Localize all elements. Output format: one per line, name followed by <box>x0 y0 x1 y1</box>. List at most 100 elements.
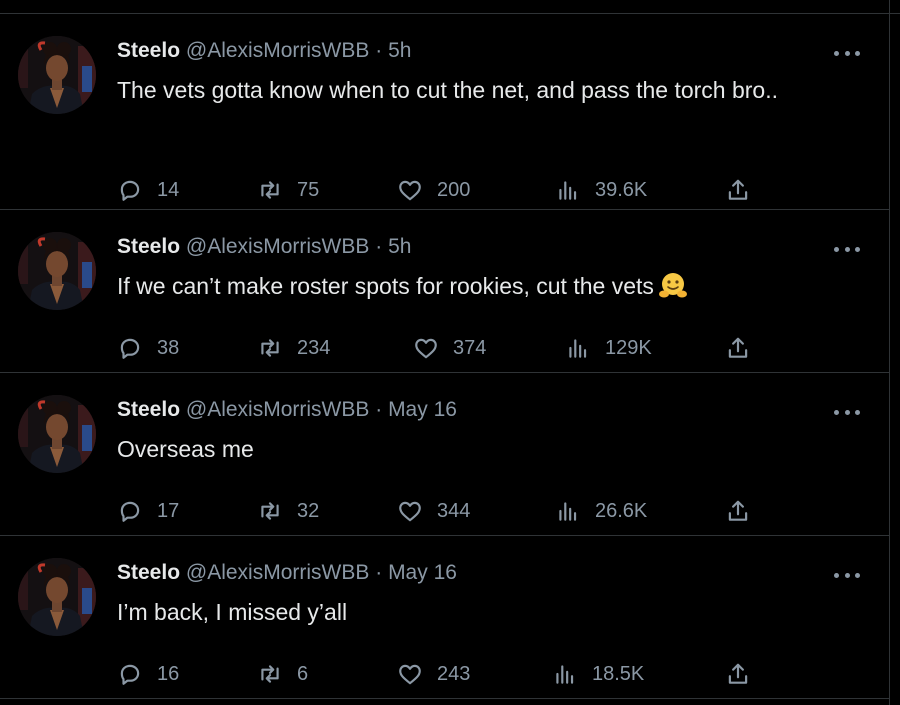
user-handle[interactable]: @AlexisMorrisWBB <box>186 561 370 584</box>
share-icon <box>728 663 748 684</box>
reply-icon <box>120 180 140 201</box>
display-name[interactable]: Steelo <box>117 235 180 258</box>
views-icon <box>559 502 577 521</box>
action-bar: 16 6 243 18.5K <box>0 660 889 688</box>
timestamp[interactable]: May 16 <box>388 561 457 584</box>
reply-count: 16 <box>157 662 180 685</box>
reply-button[interactable]: 38 <box>117 334 179 362</box>
repost-icon <box>261 665 279 683</box>
repost-count: 32 <box>297 499 320 522</box>
action-bar: 14 75 200 39.6K <box>0 176 889 204</box>
repost-count: 75 <box>297 178 320 201</box>
tweet-text-content: The vets gotta know when to cut the net,… <box>117 77 779 103</box>
views-button[interactable]: 129K <box>565 334 652 362</box>
more-icon[interactable] <box>834 48 860 58</box>
repost-button[interactable]: 6 <box>257 660 308 688</box>
like-button[interactable]: 243 <box>397 660 470 688</box>
tweet-header: Steelo @AlexisMorrisWBB · May 16 <box>117 560 457 586</box>
repost-button[interactable]: 32 <box>257 497 319 525</box>
separator-dot: · <box>375 398 383 421</box>
avatar-image <box>18 558 96 636</box>
like-button[interactable]: 200 <box>397 176 470 204</box>
action-bar: 38 234 374 129K <box>0 334 889 362</box>
repost-icon <box>261 502 279 520</box>
like-count: 374 <box>453 336 487 359</box>
share-button[interactable] <box>725 660 751 688</box>
reply-icon <box>120 664 140 685</box>
avatar[interactable] <box>18 232 96 310</box>
tweet[interactable]: Steelo @AlexisMorrisWBB · 5h If we can’t… <box>0 210 889 373</box>
repost-count: 6 <box>297 662 309 685</box>
timeline: Steelo @AlexisMorrisWBB · 5h The vets go… <box>0 0 900 705</box>
display-name[interactable]: Steelo <box>117 561 180 584</box>
timestamp[interactable]: 5h <box>388 235 411 258</box>
tweet-text: If we can’t make roster spots for rookie… <box>117 268 837 304</box>
share-icon <box>728 179 748 200</box>
views-count: 18.5K <box>592 662 645 685</box>
views-button[interactable]: 39.6K <box>555 176 647 204</box>
tweet-text: I’m back, I missed y’all <box>117 594 837 630</box>
tweet[interactable]: Steelo @AlexisMorrisWBB · 5h The vets go… <box>0 14 889 210</box>
reply-icon <box>120 338 140 359</box>
more-icon[interactable] <box>834 570 860 580</box>
heart-icon <box>399 180 421 201</box>
repost-count: 234 <box>297 336 331 359</box>
tweet-text-content: I’m back, I missed y’all <box>117 599 348 625</box>
timestamp[interactable]: May 16 <box>388 398 457 421</box>
avatar[interactable] <box>18 36 96 114</box>
tweet[interactable]: Steelo @AlexisMorrisWBB · May 16 I’m bac… <box>0 536 889 699</box>
share-icon <box>728 337 748 358</box>
views-icon <box>556 665 574 684</box>
views-count: 129K <box>605 336 652 359</box>
views-button[interactable]: 26.6K <box>555 497 647 525</box>
tweet-text-content: If we can’t make roster spots for rookie… <box>117 273 654 299</box>
reply-button[interactable]: 16 <box>117 660 179 688</box>
avatar[interactable] <box>18 558 96 636</box>
reply-count: 14 <box>157 178 180 201</box>
hugging-face-emoji <box>658 270 688 300</box>
user-handle[interactable]: @AlexisMorrisWBB <box>186 398 370 421</box>
views-count: 39.6K <box>595 178 648 201</box>
share-button[interactable] <box>725 497 751 525</box>
separator-dot: · <box>375 561 383 584</box>
like-count: 243 <box>437 662 471 685</box>
reply-button[interactable]: 17 <box>117 497 179 525</box>
separator-dot: · <box>375 39 383 62</box>
repost-icon <box>261 181 279 199</box>
avatar[interactable] <box>18 395 96 473</box>
views-button[interactable]: 18.5K <box>552 660 644 688</box>
tweet-text: The vets gotta know when to cut the net,… <box>117 72 837 108</box>
tweet-header: Steelo @AlexisMorrisWBB · May 16 <box>117 397 457 423</box>
more-icon[interactable] <box>834 407 860 417</box>
repost-button[interactable]: 75 <box>257 176 319 204</box>
display-name[interactable]: Steelo <box>117 39 180 62</box>
user-handle[interactable]: @AlexisMorrisWBB <box>186 235 370 258</box>
repost-button[interactable]: 234 <box>257 334 330 362</box>
action-bar: 17 32 344 26.6K <box>0 497 889 525</box>
avatar-image <box>18 232 96 310</box>
like-count: 344 <box>437 499 471 522</box>
share-button[interactable] <box>725 176 751 204</box>
like-button[interactable]: 344 <box>397 497 470 525</box>
more-icon[interactable] <box>834 244 860 254</box>
heart-icon <box>399 664 421 685</box>
display-name[interactable]: Steelo <box>117 398 180 421</box>
share-button[interactable] <box>725 334 751 362</box>
like-count: 200 <box>437 178 471 201</box>
timestamp[interactable]: 5h <box>388 39 411 62</box>
heart-icon <box>399 501 421 522</box>
avatar-image <box>18 36 96 114</box>
tweet[interactable]: Steelo @AlexisMorrisWBB · May 16 Oversea… <box>0 373 889 536</box>
views-count: 26.6K <box>595 499 648 522</box>
tweet-text: Overseas me <box>117 431 837 467</box>
like-button[interactable]: 374 <box>413 334 486 362</box>
views-icon <box>559 181 577 200</box>
heart-icon <box>415 338 437 359</box>
repost-icon <box>261 339 279 357</box>
tweet-header: Steelo @AlexisMorrisWBB · 5h <box>117 38 411 64</box>
separator-dot: · <box>375 235 383 258</box>
reply-count: 17 <box>157 499 180 522</box>
reply-button[interactable]: 14 <box>117 176 179 204</box>
user-handle[interactable]: @AlexisMorrisWBB <box>186 39 370 62</box>
tweet-header: Steelo @AlexisMorrisWBB · 5h <box>117 234 411 260</box>
